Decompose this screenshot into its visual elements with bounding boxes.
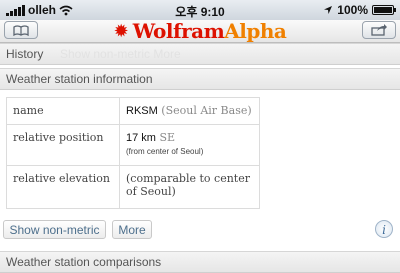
status-bar: olleh 오후 9:10 100%: [0, 0, 400, 20]
nav-bar: ✹ WolframAlpha: [0, 20, 400, 43]
logo-star-icon: ✹: [113, 21, 129, 41]
share-button[interactable]: [362, 21, 396, 39]
table-row: relative elevation (comparable to center…: [6, 165, 260, 209]
station-info-title: Weather station information: [6, 72, 153, 86]
station-info-header: Weather station information: [0, 68, 400, 90]
more-button[interactable]: More: [112, 220, 152, 239]
signal-icon: [6, 4, 25, 16]
battery-fill: [374, 7, 392, 13]
carrier-label: olleh: [28, 3, 57, 17]
direction-value: SE: [159, 131, 176, 144]
station-info-table: name RKSM (Seoul Air Base) relative posi…: [6, 97, 260, 209]
battery-percent: 100%: [337, 3, 368, 17]
table-row: relative position 17 km SE (from center …: [6, 124, 260, 166]
wifi-icon: [59, 5, 73, 15]
history-ghost-text: Show non-metric More: [60, 47, 181, 61]
row-value-name: RKSM (Seoul Air Base): [119, 97, 260, 125]
status-left: olleh: [6, 3, 73, 17]
share-icon: [371, 24, 387, 36]
location-arrow-icon: [324, 6, 333, 14]
distance-value: 17 km: [126, 132, 156, 144]
history-header[interactable]: History Show non-metric More: [0, 43, 400, 65]
status-right: 100%: [323, 3, 396, 17]
row-value-position: 17 km SE (from center of Seoul): [119, 124, 260, 166]
battery-icon: [372, 5, 396, 15]
info-icon[interactable]: i: [375, 220, 393, 238]
position-reference: (from center of Seoul): [126, 147, 204, 156]
row-label-name: name: [6, 97, 120, 125]
station-comparisons-header: Weather station comparisons: [0, 251, 400, 273]
station-code: RKSM: [126, 105, 158, 117]
logo-accent: Alpha: [224, 19, 287, 43]
table-row: name RKSM (Seoul Air Base): [6, 97, 260, 125]
row-label-elevation: relative elevation: [6, 165, 120, 209]
history-label: History: [6, 47, 44, 61]
logo-text: WolframAlpha: [133, 20, 287, 42]
row-label-position: relative position: [6, 124, 120, 166]
wolfram-alpha-logo: ✹ WolframAlpha: [0, 20, 400, 42]
logo-main: Wolfram: [132, 19, 225, 43]
station-comparisons-title: Weather station comparisons: [6, 255, 162, 269]
show-non-metric-button[interactable]: Show non-metric: [3, 220, 106, 239]
station-name: (Seoul Air Base): [161, 104, 252, 117]
row-value-elevation: (comparable to center of Seoul): [119, 165, 260, 209]
